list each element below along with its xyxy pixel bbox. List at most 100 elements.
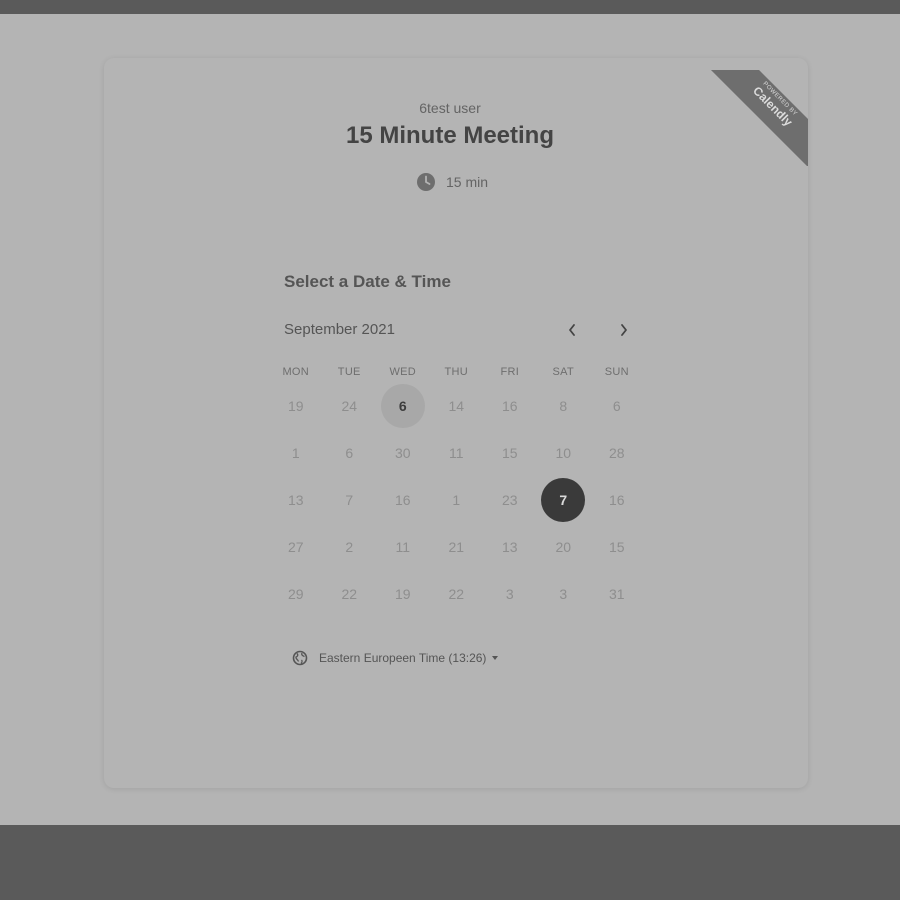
calendar-day-number: 3 [559,585,568,602]
top-overlay-bar [0,0,900,14]
calendar-day-number: 30 [394,444,411,461]
month-label: September 2021 [284,321,395,338]
calendar-day-number: 19 [394,585,411,602]
calendar-day: 3 [483,570,537,617]
weekday-label: SAT [552,366,574,378]
weekday-label: THU [444,366,468,378]
calendar-day-number: 16 [501,397,518,414]
weekday-label: SUN [604,366,629,378]
event-duration: 15 min [416,172,488,192]
calendar-day-number: 28 [608,444,625,461]
duration-label: 15 min [446,174,489,190]
weekday-label: WED [389,366,417,378]
calendar-day: 14 [430,382,484,429]
calendar-day: 16 [483,382,537,429]
calendar-day-number: 14 [448,397,465,414]
chevron-right-icon [621,324,627,336]
calendar-day: 23 [483,476,537,523]
calendar-day: 20 [537,523,591,570]
calendar-day: 8 [537,382,591,429]
ribbon-band: POWERED BY Calendly [703,70,808,166]
calendar-day: 2 [323,523,377,570]
calendar-week-row: 1 6 30 11 15 10 28 [269,429,644,476]
previous-month-button[interactable] [562,320,582,340]
calendar-day-number: 27 [287,538,304,555]
calendar-day-number: 16 [608,491,625,508]
clock-icon [416,172,436,192]
calendar-day: 31 [590,570,644,617]
calendar-day-number: 13 [501,538,518,555]
calendar-day-number: 1 [291,444,300,461]
calendar-day-number: 1 [452,491,461,508]
calendar-day-number: 3 [505,585,514,602]
calendar-day-number: 22 [448,585,465,602]
calendar-day-available[interactable]: 6 [376,382,430,429]
calendar-day-number: 24 [341,397,358,414]
calendar-day: 13 [483,523,537,570]
calendar-week-row: 29 22 19 22 3 3 31 [269,570,644,617]
calendar-day: 19 [269,382,323,429]
calendar-day: 1 [269,429,323,476]
calendar-day-number: 15 [608,538,625,555]
calendar-day: 30 [376,429,430,476]
calendar-day: 29 [269,570,323,617]
calendar-day-number: 29 [287,585,304,602]
calendar-day: 11 [430,429,484,476]
calendar-day-number: 8 [559,397,568,414]
calendar-day-number: 7 [345,491,354,508]
calendar-day-number: 31 [608,585,625,602]
calendar-day: 22 [323,570,377,617]
timezone-selector[interactable]: Eastern Europeen Time (13:26) [292,648,499,668]
globe-icon [292,650,308,666]
calendar-day-number: 20 [555,538,572,555]
calendar-day-number: 6 [612,397,621,414]
calendar-week-row: 27 2 11 21 13 20 15 [269,523,644,570]
calendar-day: 6 [323,429,377,476]
weekday-label: FRI [500,366,520,378]
bottom-overlay-bar [0,825,900,900]
calendar-day: 1 [430,476,484,523]
calendar-day: 13 [269,476,323,523]
calendar-day-number: 6 [345,444,354,461]
calendar-day: 15 [590,523,644,570]
calendar-day-selected[interactable]: 7 [537,476,591,523]
calendar-grid: 19 24 6 14 16 8 6 1 6 30 11 15 10 28 13 7 16 1 23 7 16 27 2 11 2… [269,382,644,617]
calendar-day-number: 16 [394,491,411,508]
calendar-day: 15 [483,429,537,476]
calendar-day-number: 15 [501,444,518,461]
next-month-button[interactable] [614,320,634,340]
calendar-day-number: 6 [398,397,407,414]
calendar-week-row: 19 24 6 14 16 8 6 [269,382,644,429]
calendar-day: 24 [323,382,377,429]
calendar-day: 10 [537,429,591,476]
calendar-day: 22 [430,570,484,617]
weekday-header: MON TUE WED THU FRI SAT SUN [269,366,644,378]
calendar-day-number: 19 [287,397,304,414]
calendar-day: 19 [376,570,430,617]
select-date-heading: Select a Date & Time [284,272,451,291]
calendar-day: 3 [537,570,591,617]
calendar-day-number: 11 [448,444,464,461]
calendar-day-number: 23 [501,491,518,508]
event-owner-name: 6test user [419,100,481,116]
calendar-day-number: 13 [287,491,304,508]
chevron-left-icon [569,324,575,336]
calendar-day-number: 21 [448,538,465,555]
calendar-day-number: 22 [341,585,358,602]
calendar-day-number: 10 [555,444,572,461]
calendar-day: 21 [430,523,484,570]
calendar-day: 11 [376,523,430,570]
calendar-day: 27 [269,523,323,570]
calendar-day: 16 [590,476,644,523]
ribbon-brand-text: Calendly [750,83,796,129]
calendar-day: 6 [590,382,644,429]
event-title: 15 Minute Meeting [345,122,555,149]
timezone-label: Eastern Europeen Time (13:26) [319,651,487,665]
weekday-label: MON [282,366,310,378]
calendar-day: 7 [323,476,377,523]
calendar-day-number: 2 [345,538,354,555]
powered-by-ribbon[interactable]: POWERED BY Calendly [700,70,808,166]
calendar-day-number: 7 [559,491,568,508]
calendar-day-number: 11 [395,538,411,555]
caret-down-icon [492,656,499,660]
